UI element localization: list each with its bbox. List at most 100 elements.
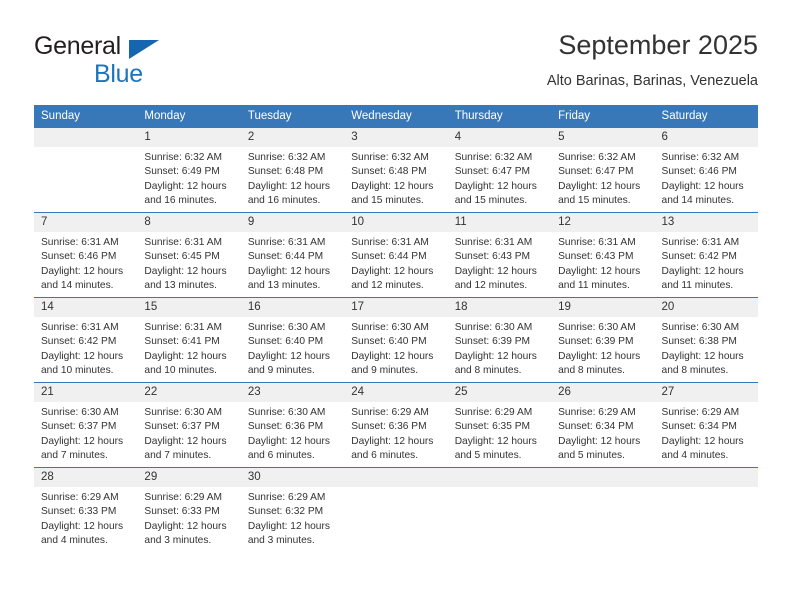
calendar-day-cell[interactable]: 11 Sunrise: 6:31 AM Sunset: 6:43 PM Dayligh… xyxy=(447,212,552,298)
calendar-day-cell[interactable]: 25 Sunrise: 6:29 AM Sunset: 6:35 PM Dayligh… xyxy=(447,382,552,468)
day-number: 9 xyxy=(240,213,345,232)
sunset-text: Sunset: 6:42 PM xyxy=(661,251,737,263)
logo-triangle-icon xyxy=(129,40,159,59)
daylight-text-line2: and 7 minutes. xyxy=(41,449,108,461)
calendar-day-cell[interactable]: 20 Sunrise: 6:30 AM Sunset: 6:38 PM Dayligh… xyxy=(654,297,758,383)
daylight-text-line2: and 15 minutes. xyxy=(351,194,424,206)
day-sun-info: Sunrise: 6:32 AM Sunset: 6:48 PM Daylight:… xyxy=(344,147,447,208)
sunrise-text: Sunrise: 6:29 AM xyxy=(661,407,740,418)
calendar-day-cell[interactable]: 2 Sunrise: 6:32 AM Sunset: 6:48 PM Daylight… xyxy=(240,127,345,213)
calendar-day-cell[interactable]: 27 Sunrise: 6:29 AM Sunset: 6:34 PM Dayligh… xyxy=(654,382,758,468)
daylight-text-line1: Daylight: 12 hours xyxy=(454,265,537,277)
daylight-text-line1: Daylight: 12 hours xyxy=(144,350,227,362)
daylight-text-line1: Daylight: 12 hours xyxy=(351,350,434,362)
daylight-text-line1: Daylight: 12 hours xyxy=(558,180,641,192)
daylight-text-line2: and 16 minutes. xyxy=(247,194,321,206)
calendar-day-cell[interactable]: 14 Sunrise: 6:31 AM Sunset: 6:42 PM Dayligh… xyxy=(34,297,138,383)
day-number xyxy=(34,128,138,147)
day-number: 17 xyxy=(344,298,448,317)
daylight-text-line1: Daylight: 12 hours xyxy=(247,180,330,192)
sunrise-text: Sunrise: 6:29 AM xyxy=(41,492,119,503)
sunrise-text: Sunrise: 6:31 AM xyxy=(247,237,326,248)
calendar-day-cell[interactable]: 18 Sunrise: 6:30 AM Sunset: 6:39 PM Dayligh… xyxy=(447,297,552,383)
day-number: 28 xyxy=(34,468,138,487)
daylight-text-line2: and 8 minutes. xyxy=(558,364,625,376)
calendar-day-cell[interactable]: 10 Sunrise: 6:31 AM Sunset: 6:44 PM Dayligh… xyxy=(344,212,448,298)
daylight-text-line2: and 15 minutes. xyxy=(454,194,528,206)
calendar-day-cell[interactable]: 28 Sunrise: 6:29 AM Sunset: 6:33 PM Dayligh… xyxy=(34,467,138,552)
general-blue-logo[interactable]: General Blue xyxy=(34,28,234,88)
calendar-day-cell[interactable]: 3 Sunrise: 6:32 AM Sunset: 6:48 PM Daylight… xyxy=(344,127,448,213)
sunrise-text: Sunrise: 6:30 AM xyxy=(351,322,429,333)
sunset-text: Sunset: 6:43 PM xyxy=(454,251,531,263)
day-number: 23 xyxy=(240,383,345,402)
calendar-day-cell[interactable]: 8 Sunrise: 6:31 AM Sunset: 6:45 PM Daylight… xyxy=(137,212,241,298)
daylight-text-line2: and 4 minutes. xyxy=(661,449,729,461)
calendar-day-cell[interactable]: 21 Sunrise: 6:30 AM Sunset: 6:37 PM Dayligh… xyxy=(34,382,138,468)
daylight-text-line1: Daylight: 12 hours xyxy=(351,265,434,277)
day-sun-info: Sunrise: 6:30 AM Sunset: 6:38 PM Daylight:… xyxy=(655,317,758,378)
day-sun-info: Sunrise: 6:31 AM Sunset: 6:43 PM Daylight:… xyxy=(448,232,551,293)
calendar-day-cell[interactable]: 5 Sunrise: 6:32 AM Sunset: 6:47 PM Daylight… xyxy=(551,127,655,213)
calendar-day-cell[interactable]: 23 Sunrise: 6:30 AM Sunset: 6:36 PM Dayligh… xyxy=(240,382,345,468)
daylight-text-line1: Daylight: 12 hours xyxy=(454,180,537,192)
daylight-text-line2: and 14 minutes. xyxy=(41,279,114,291)
calendar-day-cell[interactable]: 9 Sunrise: 6:31 AM Sunset: 6:44 PM Daylight… xyxy=(240,212,345,298)
sunrise-text: Sunrise: 6:32 AM xyxy=(247,152,326,163)
sunrise-text: Sunrise: 6:31 AM xyxy=(144,322,223,333)
day-number: 27 xyxy=(654,383,758,402)
calendar-day-cell[interactable]: 30 Sunrise: 6:29 AM Sunset: 6:32 PM Dayligh… xyxy=(240,467,345,552)
day-sun-info: Sunrise: 6:30 AM Sunset: 6:39 PM Daylight:… xyxy=(551,317,654,378)
sunrise-text: Sunrise: 6:32 AM xyxy=(454,152,533,163)
calendar-day-cell[interactable]: 16 Sunrise: 6:30 AM Sunset: 6:40 PM Dayligh… xyxy=(240,297,345,383)
calendar-day-cell[interactable]: 6 Sunrise: 6:32 AM Sunset: 6:46 PM Daylight… xyxy=(654,127,758,213)
daylight-text-line2: and 7 minutes. xyxy=(144,449,212,461)
daylight-text-line1: Daylight: 12 hours xyxy=(661,350,744,362)
calendar-day-cell[interactable]: 1 Sunrise: 6:32 AM Sunset: 6:49 PM Daylight… xyxy=(137,127,241,213)
daylight-text-line2: and 5 minutes. xyxy=(454,449,522,461)
sunset-text: Sunset: 6:33 PM xyxy=(41,506,117,518)
calendar-page: General Blue September 2025 Alto Barinas… xyxy=(0,0,792,612)
calendar-day-cell[interactable]: 22 Sunrise: 6:30 AM Sunset: 6:37 PM Dayligh… xyxy=(137,382,241,468)
calendar-day-cell[interactable]: 29 Sunrise: 6:29 AM Sunset: 6:33 PM Dayligh… xyxy=(137,467,241,552)
calendar-week-row: 21 Sunrise: 6:30 AM Sunset: 6:37 PM Dayligh… xyxy=(34,382,758,468)
sunset-text: Sunset: 6:42 PM xyxy=(41,336,117,348)
day-number: 16 xyxy=(240,298,345,317)
sunrise-text: Sunrise: 6:32 AM xyxy=(558,152,636,163)
calendar-day-cell[interactable]: 17 Sunrise: 6:30 AM Sunset: 6:40 PM Dayligh… xyxy=(344,297,448,383)
calendar-day-cell[interactable]: 19 Sunrise: 6:30 AM Sunset: 6:39 PM Dayligh… xyxy=(551,297,655,383)
sunrise-text: Sunrise: 6:29 AM xyxy=(558,407,636,418)
sunrise-text: Sunrise: 6:29 AM xyxy=(351,407,429,418)
day-sun-info: Sunrise: 6:31 AM Sunset: 6:46 PM Daylight:… xyxy=(34,232,137,293)
calendar-day-cell[interactable]: 26 Sunrise: 6:29 AM Sunset: 6:34 PM Dayligh… xyxy=(551,382,655,468)
day-number: 22 xyxy=(137,383,241,402)
day-sun-info: Sunrise: 6:30 AM Sunset: 6:40 PM Daylight:… xyxy=(344,317,447,378)
calendar-day-cell[interactable]: 7 Sunrise: 6:31 AM Sunset: 6:46 PM Daylight… xyxy=(34,212,138,298)
day-sun-info: Sunrise: 6:31 AM Sunset: 6:44 PM Daylight:… xyxy=(241,232,344,293)
day-number: 20 xyxy=(654,298,758,317)
day-number: 5 xyxy=(551,128,655,147)
sunrise-text: Sunrise: 6:32 AM xyxy=(144,152,223,163)
daylight-text-line1: Daylight: 12 hours xyxy=(144,435,227,447)
calendar-day-cell[interactable]: 12 Sunrise: 6:31 AM Sunset: 6:43 PM Dayligh… xyxy=(551,212,655,298)
calendar-day-cell[interactable]: 24 Sunrise: 6:29 AM Sunset: 6:36 PM Dayligh… xyxy=(344,382,448,468)
sunrise-text: Sunrise: 6:31 AM xyxy=(661,237,740,248)
sunrise-text: Sunrise: 6:29 AM xyxy=(454,407,533,418)
daylight-text-line1: Daylight: 12 hours xyxy=(247,435,330,447)
calendar-day-cell[interactable]: 15 Sunrise: 6:31 AM Sunset: 6:41 PM Dayligh… xyxy=(137,297,241,383)
sunset-text: Sunset: 6:44 PM xyxy=(351,251,427,263)
calendar-day-cell[interactable]: 13 Sunrise: 6:31 AM Sunset: 6:42 PM Dayligh… xyxy=(654,212,758,298)
location-subtitle: Alto Barinas, Barinas, Venezuela xyxy=(546,73,758,89)
daylight-text-line2: and 12 minutes. xyxy=(351,279,424,291)
daylight-text-line2: and 3 minutes. xyxy=(247,534,315,546)
daylight-text-line1: Daylight: 12 hours xyxy=(558,265,641,277)
calendar-day-cell[interactable]: 4 Sunrise: 6:32 AM Sunset: 6:47 PM Daylight… xyxy=(447,127,552,213)
sunset-text: Sunset: 6:47 PM xyxy=(454,166,531,178)
day-number xyxy=(447,468,552,487)
day-number: 21 xyxy=(34,383,138,402)
daylight-text-line1: Daylight: 12 hours xyxy=(41,435,124,447)
daylight-text-line2: and 11 minutes. xyxy=(661,279,734,291)
daylight-text-line2: and 4 minutes. xyxy=(41,534,108,546)
calendar-day-cell-empty xyxy=(34,127,138,213)
sunset-text: Sunset: 6:49 PM xyxy=(144,166,220,178)
